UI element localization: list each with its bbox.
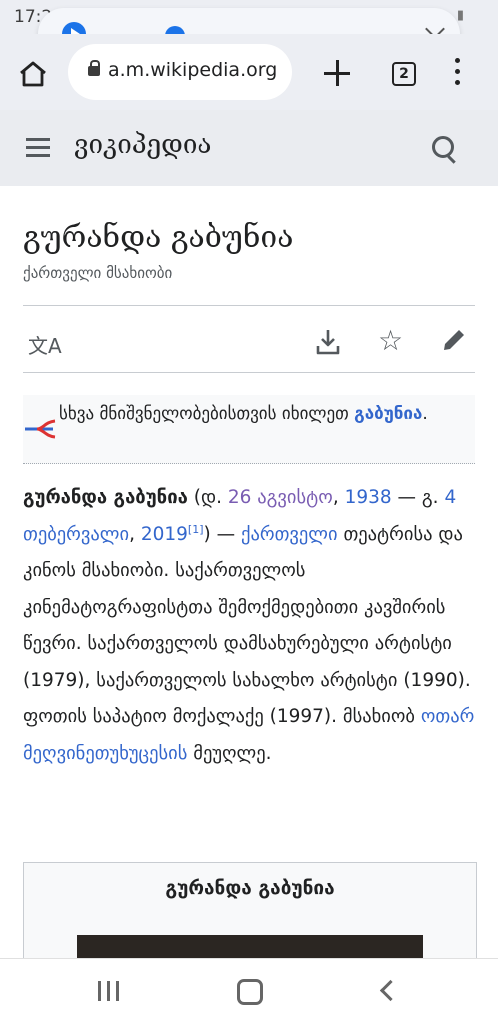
link-birth-date[interactable]: 26 აგვისტო [228,487,333,508]
wiki-header: ვიკიპედია [0,110,498,186]
text-born-prefix: (დ. [187,487,228,508]
article-name: გურანდა გაბუნია [23,487,188,508]
divider [23,372,475,373]
hatnote-link[interactable]: გაბუნია [354,404,422,424]
new-tab-icon[interactable] [324,60,350,86]
lock-icon [88,60,100,76]
back-icon[interactable] [379,979,402,1002]
system-nav-bar [0,958,498,1025]
search-icon[interactable] [432,136,454,158]
text-ending: მეუღლე. [187,742,272,764]
tab-switcher-button[interactable]: 2 [392,62,416,86]
home-icon[interactable] [18,60,48,88]
hatnote-end: . [422,404,428,424]
home-button-icon[interactable] [237,979,263,1005]
more-options-icon[interactable] [455,58,461,88]
text-comma: , [129,523,141,545]
text-died-prefix: — გ. [391,487,445,508]
link-death-year[interactable]: 2019 [141,524,188,545]
divider [23,305,475,306]
menu-icon[interactable] [26,138,50,157]
reference-link[interactable]: [1] [188,522,204,535]
text-dash: ) — [203,523,241,545]
text-description: თეატრისა და კინოს მსახიობი. საქართველოს … [23,523,471,728]
language-icon[interactable]: 文A [28,330,62,359]
infobox-title: გურანდა გაბუნია [165,877,335,899]
browser-toolbar: a.m.wikipedia.org 2 [0,34,498,110]
star-icon[interactable]: ☆ [378,324,403,357]
address-bar[interactable]: a.m.wikipedia.org [68,44,292,100]
infobox: გურანდა გაბუნია [23,862,477,965]
article-paragraph: გურანდა გაბუნია (დ. 26 აგვისტო, 1938 — გ… [23,480,478,772]
hatnote-label: სხვა მნიშვნელობებისთვის იხილეთ [59,404,355,424]
page-subtitle: ქართველი მსახიობი [23,264,173,282]
edit-icon[interactable] [440,326,468,354]
text-comma: , [332,487,345,508]
hatnote: სხვა მნიშვნელობებისთვის იხილეთ გაბუნია. [23,395,475,464]
url-text[interactable]: a.m.wikipedia.org [108,59,277,81]
page-title: გურანდა გაბუნია [23,220,294,255]
recents-icon[interactable] [98,981,122,1001]
hatnote-text: სხვა მნიშვნელობებისთვის იხილეთ გაბუნია. [59,399,473,429]
site-name[interactable]: ვიკიპედია [74,130,211,160]
link-birth-year[interactable]: 1938 [345,487,392,508]
disambiguation-icon [25,419,56,439]
link-georgian[interactable]: ქართველი [241,524,338,545]
download-icon[interactable] [316,328,340,356]
